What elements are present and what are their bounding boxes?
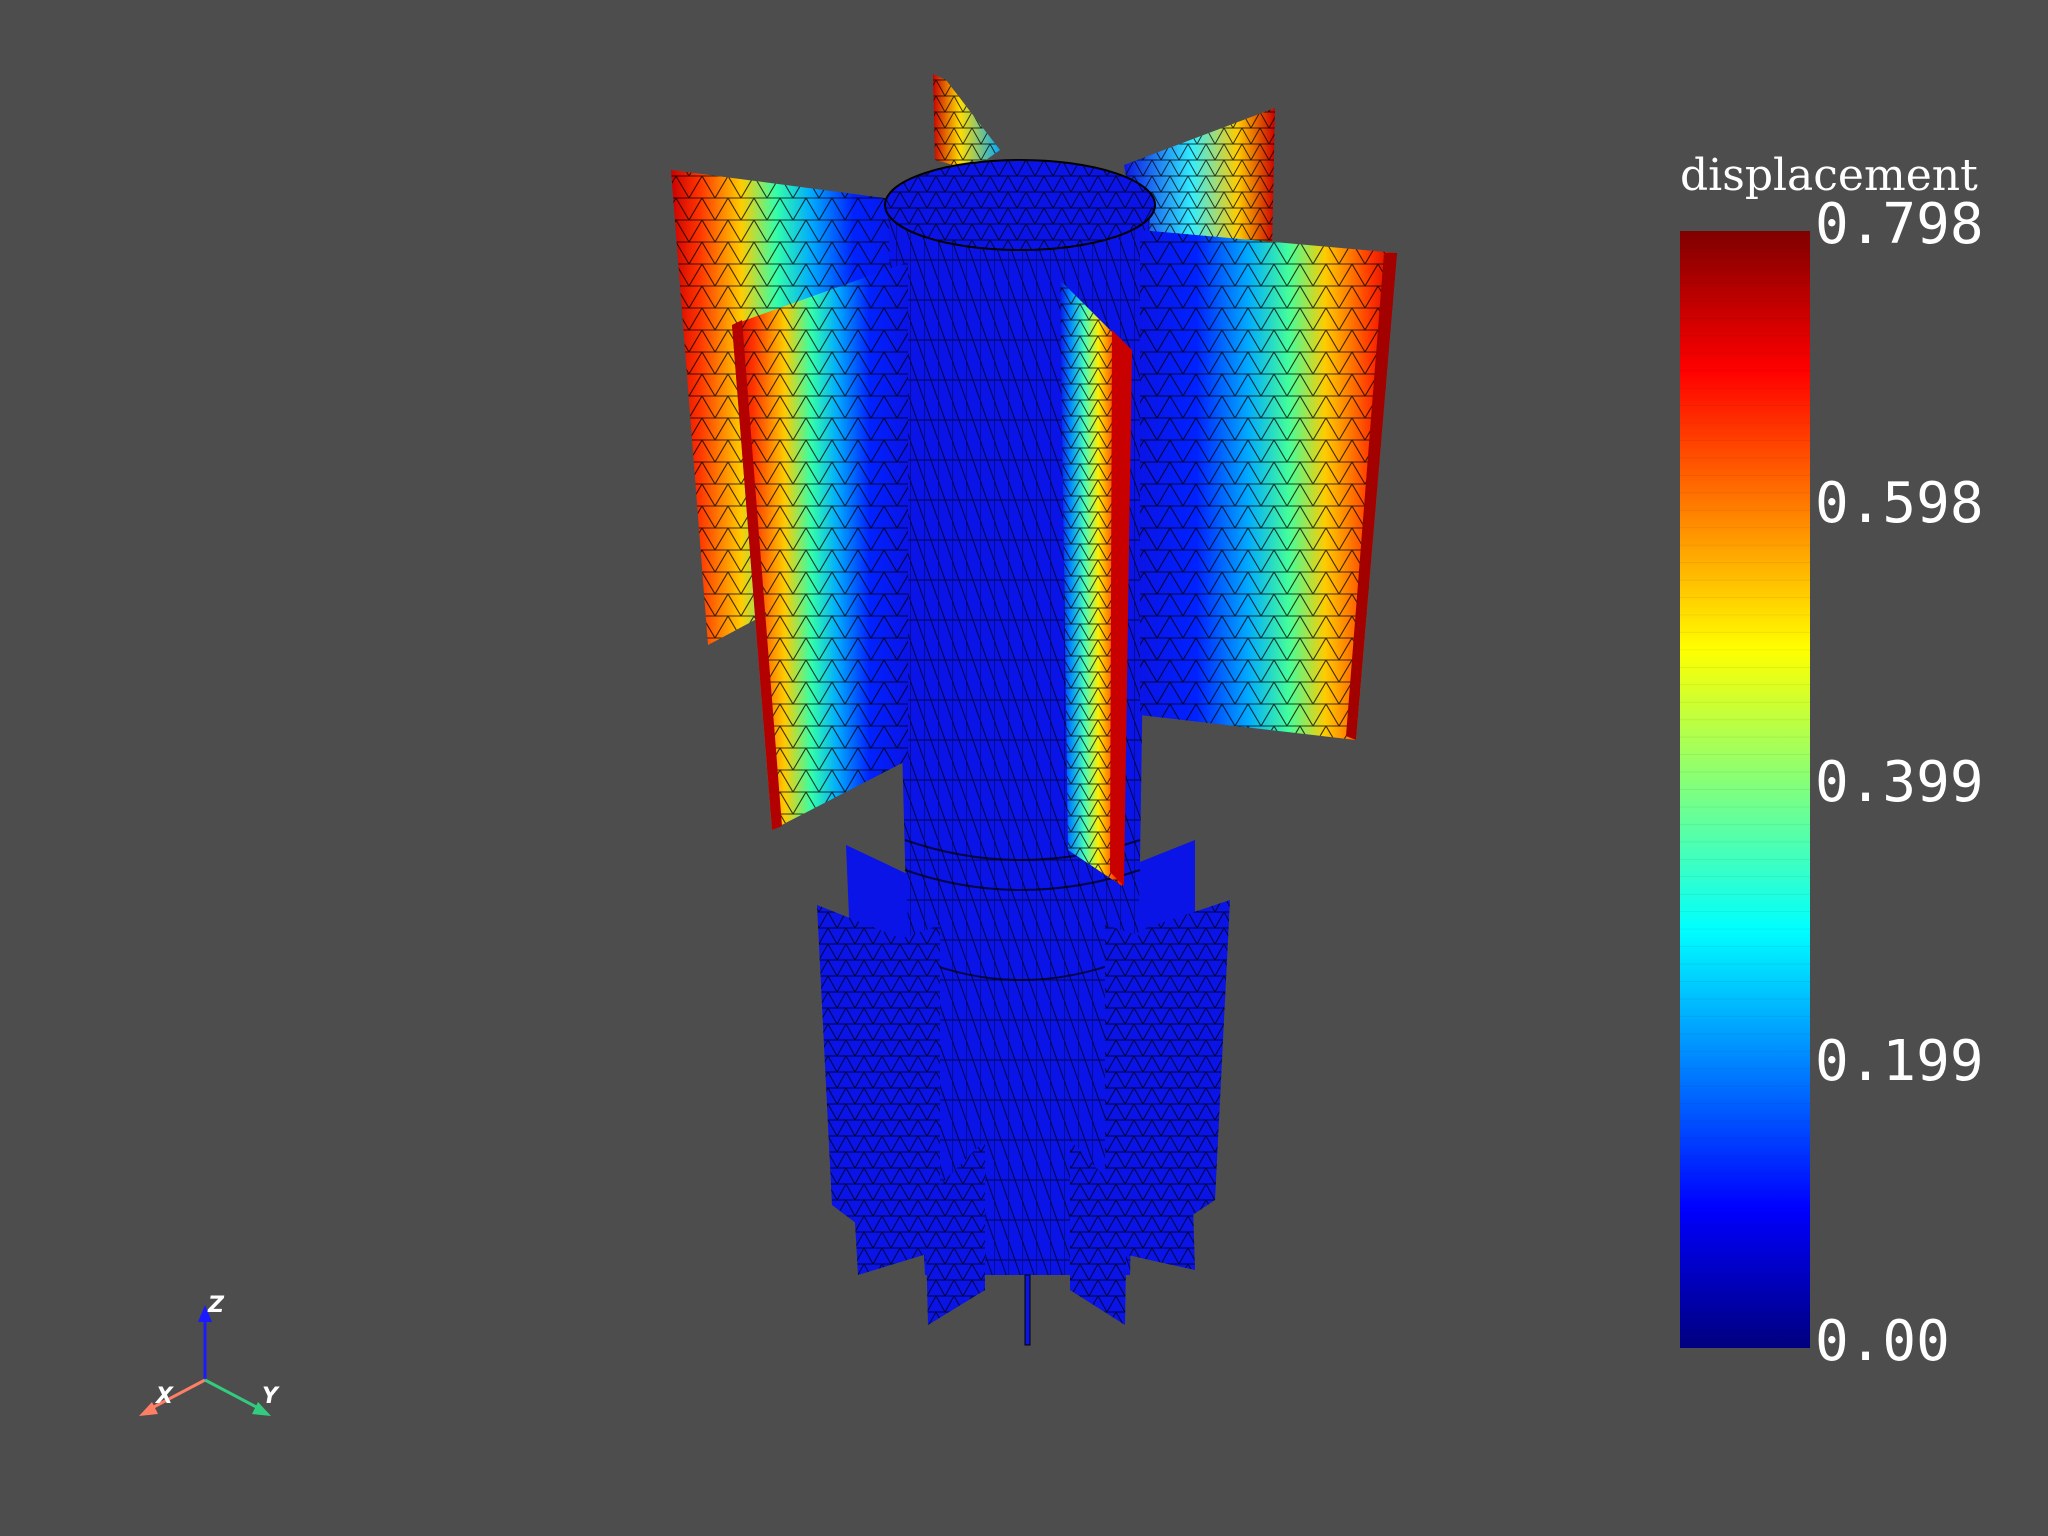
orientation-axes[interactable]: Z X Y [139, 1293, 280, 1416]
fin-front-center [1060, 280, 1132, 886]
scene-svg[interactable]: displacement 0.798 0.598 0.399 0.199 0.0… [0, 0, 2048, 1536]
tick-label-4: 0.199 [1815, 1029, 1984, 1094]
fin-left-front [732, 262, 908, 830]
tick-label-max: 0.798 [1815, 192, 1984, 257]
fin-back-top [933, 74, 1000, 170]
tick-label-min: 0.00 [1815, 1309, 1950, 1374]
fem-model[interactable] [671, 74, 1397, 1346]
render-viewport[interactable]: displacement 0.798 0.598 0.399 0.199 0.0… [0, 0, 2048, 1536]
scalar-bar[interactable]: displacement 0.798 0.598 0.399 0.199 0.0… [1680, 150, 1984, 1374]
z-axis-label: Z [207, 1293, 225, 1318]
fin-right [1140, 230, 1397, 740]
y-axis-line [204, 1378, 263, 1412]
x-axis-label: X [154, 1384, 174, 1409]
tick-label-3: 0.399 [1815, 750, 1984, 815]
y-axis-label: Y [262, 1384, 280, 1409]
tick-label-2: 0.598 [1815, 471, 1984, 536]
